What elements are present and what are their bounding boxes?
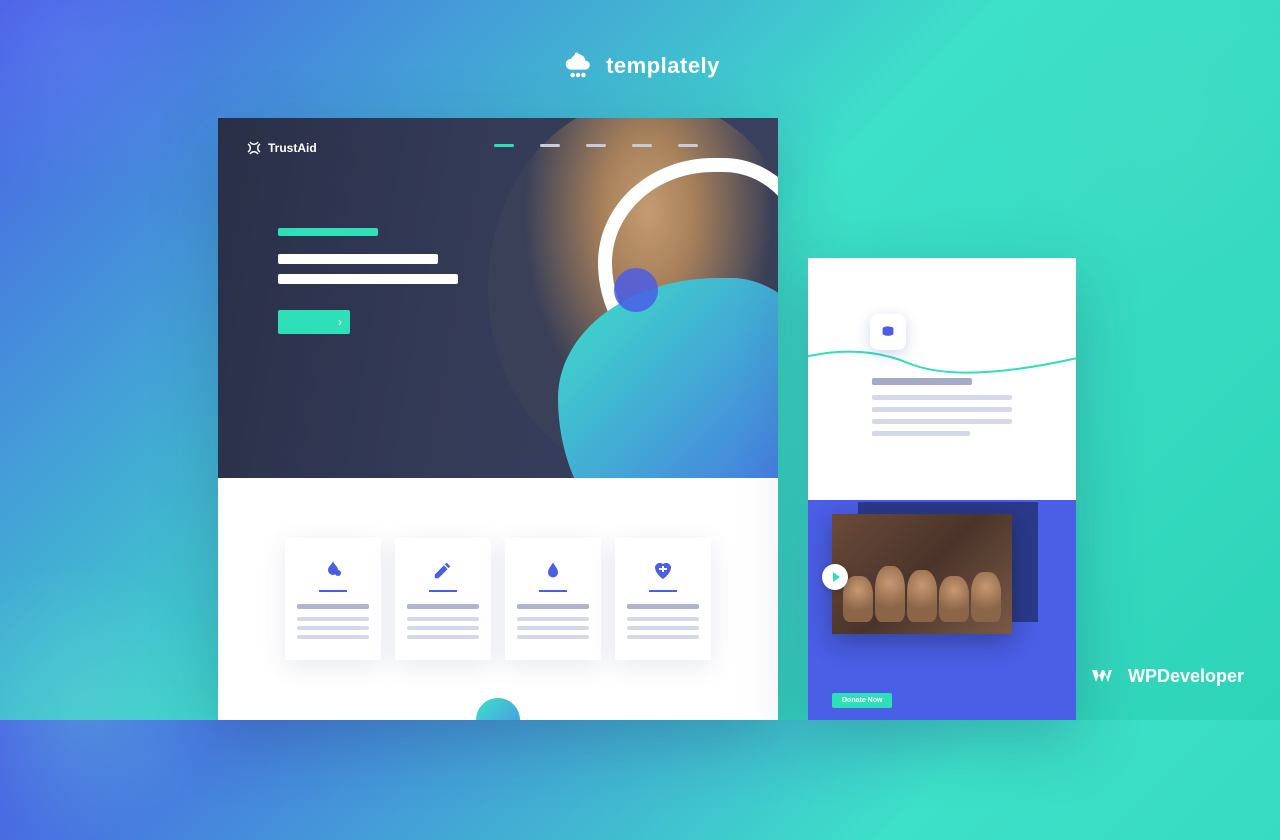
primary-nav: [494, 144, 698, 147]
wpdeveloper-logo: WPDeveloper: [1090, 662, 1244, 690]
nav-item[interactable]: [678, 144, 698, 147]
ribbon-icon: [246, 140, 262, 156]
nav-item[interactable]: [586, 144, 606, 147]
side-top-section: [808, 258, 1076, 458]
nav-item[interactable]: [540, 144, 560, 147]
site-name: TrustAid: [268, 141, 317, 155]
children-photo: [832, 514, 1012, 634]
play-button[interactable]: [822, 564, 848, 590]
feature-card[interactable]: [505, 538, 601, 660]
wpdev-label: WPDeveloper: [1128, 666, 1244, 687]
bg-blob: [0, 560, 220, 840]
hero-section: TrustAid: [218, 118, 778, 478]
feature-underline: [429, 590, 457, 592]
hero-tag-line: [278, 228, 378, 236]
nav-item[interactable]: [632, 144, 652, 147]
template-preview-side[interactable]: Donate Now: [808, 258, 1076, 720]
templately-label: templately: [606, 53, 720, 79]
feature-underline: [649, 590, 677, 592]
hero-title-line: [278, 254, 438, 264]
feature-text: [297, 604, 369, 644]
side-media-section: Donate Now: [808, 500, 1076, 720]
feature-card[interactable]: [285, 538, 381, 660]
template-preview-main[interactable]: TrustAid: [218, 118, 778, 720]
pencil-icon: [429, 556, 457, 584]
feature-card[interactable]: [615, 538, 711, 660]
feature-underline: [319, 590, 347, 592]
feature-underline: [539, 590, 567, 592]
hero-accent-dot: [614, 268, 658, 312]
templately-logo: templately: [560, 48, 720, 84]
bg-blob: [0, 0, 220, 200]
hero-title-line: [278, 274, 458, 284]
side-text-block: [872, 378, 1012, 443]
hero-content: [278, 228, 458, 334]
coins-icon: [870, 314, 906, 350]
bg-blob: [980, 0, 1280, 300]
feature-text: [517, 604, 589, 644]
wpdev-icon: [1090, 662, 1118, 690]
hero-cta-button[interactable]: [278, 310, 350, 334]
feature-card[interactable]: [395, 538, 491, 660]
feature-text: [627, 604, 699, 644]
leaf-icon: [319, 556, 347, 584]
feature-text: [407, 604, 479, 644]
cloud-icon: [560, 48, 596, 84]
site-brand[interactable]: TrustAid: [246, 140, 317, 156]
section-divider-circle: [476, 698, 520, 720]
donate-button[interactable]: Donate Now: [832, 693, 892, 708]
feature-cards-row: [218, 478, 778, 660]
nav-item[interactable]: [494, 144, 514, 147]
heart-plus-icon: [649, 556, 677, 584]
water-drop-icon: [539, 556, 567, 584]
